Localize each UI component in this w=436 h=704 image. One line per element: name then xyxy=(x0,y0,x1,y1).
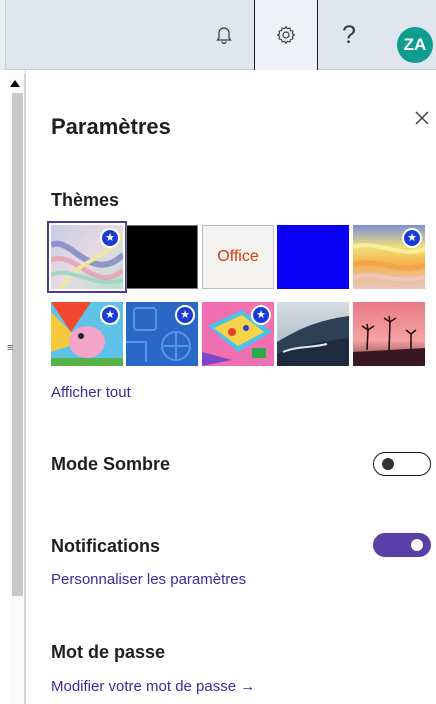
scroll-up-icon[interactable] xyxy=(10,80,20,87)
premium-star-icon: ★ xyxy=(251,305,271,325)
theme-tile-black[interactable] xyxy=(126,225,198,289)
show-all-themes-link[interactable]: Afficher tout xyxy=(51,384,131,401)
help-icon: ? xyxy=(342,20,356,49)
theme-tile-office[interactable]: Office xyxy=(202,225,274,289)
premium-star-icon: ★ xyxy=(100,305,120,325)
window-edge xyxy=(0,0,6,70)
theme-thumbnail-sunset xyxy=(353,302,425,366)
customize-settings-link[interactable]: Personnaliser les paramètres xyxy=(51,571,246,588)
top-bar: ? ZA xyxy=(0,0,436,70)
bell-icon xyxy=(216,27,232,44)
dark-mode-label: Mode Sombre xyxy=(51,454,171,474)
office-theme-label: Office xyxy=(217,248,259,265)
theme-tile-waves[interactable]: ★ xyxy=(353,225,425,289)
themes-heading: Thèmes xyxy=(51,190,120,210)
notifications-label: Notifications xyxy=(51,536,161,556)
settings-panel: Paramètres Thèmes ★ Office ★ ★ ★ ★ Affic… xyxy=(26,70,436,704)
theme-tile-blue[interactable] xyxy=(277,225,349,289)
theme-tile-abstract[interactable]: ★ xyxy=(47,221,127,293)
toggle-knob xyxy=(411,539,423,551)
theme-tile-ocean[interactable] xyxy=(277,302,349,366)
dark-mode-toggle[interactable] xyxy=(373,452,431,476)
change-password-link[interactable]: Modifier votre mot de passe → xyxy=(51,678,255,695)
premium-star-icon: ★ xyxy=(175,305,195,325)
theme-tile-board[interactable]: ★ xyxy=(202,302,274,366)
settings-button[interactable] xyxy=(254,0,318,70)
premium-star-icon: ★ xyxy=(402,228,422,248)
scrollbar-thumb[interactable] xyxy=(12,93,23,596)
help-button[interactable]: ? xyxy=(318,0,380,70)
notifications-button[interactable] xyxy=(194,0,254,70)
theme-tile-cartoon[interactable]: ★ xyxy=(51,302,123,366)
theme-tile-sunset[interactable] xyxy=(353,302,425,366)
theme-thumbnail-ocean xyxy=(277,302,349,366)
gear-icon xyxy=(276,25,296,45)
password-label: Mot de passe xyxy=(51,642,166,662)
premium-star-icon: ★ xyxy=(100,228,120,248)
toggle-knob xyxy=(382,458,394,470)
close-icon xyxy=(415,111,429,125)
theme-tile-circuit[interactable]: ★ xyxy=(126,302,198,366)
notifications-toggle[interactable] xyxy=(373,533,431,557)
avatar[interactable]: ZA xyxy=(397,27,433,63)
resize-handle-icon[interactable]: ≡ xyxy=(7,342,13,354)
page-title: Paramètres xyxy=(51,114,171,139)
close-button[interactable] xyxy=(408,104,436,132)
